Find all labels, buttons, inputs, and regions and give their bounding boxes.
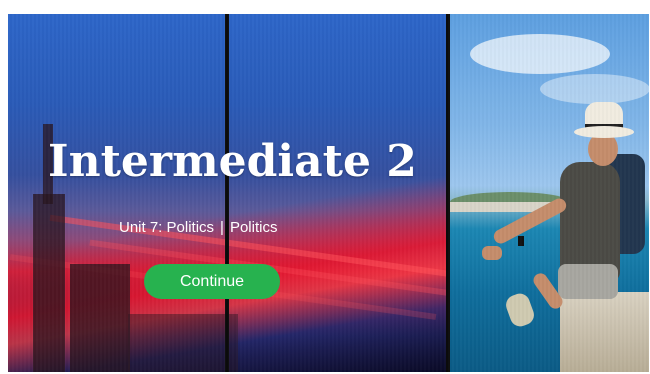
unit-label: Unit 7: Politics [119,219,215,236]
traveler-photo [450,14,649,372]
unit-subtitle: Unit 7: Politics | Politics [119,219,277,236]
topic-label: Politics [229,219,278,236]
panel-divider [225,14,229,372]
hero-banner: Intermediate 2 Unit 7: Politics | Politics… [8,14,649,372]
course-title: Intermediate 2 [48,136,417,187]
continue-button[interactable]: Continue [144,264,280,299]
subtitle-separator: | [220,219,224,236]
continue-button-label: Continue [179,272,245,290]
